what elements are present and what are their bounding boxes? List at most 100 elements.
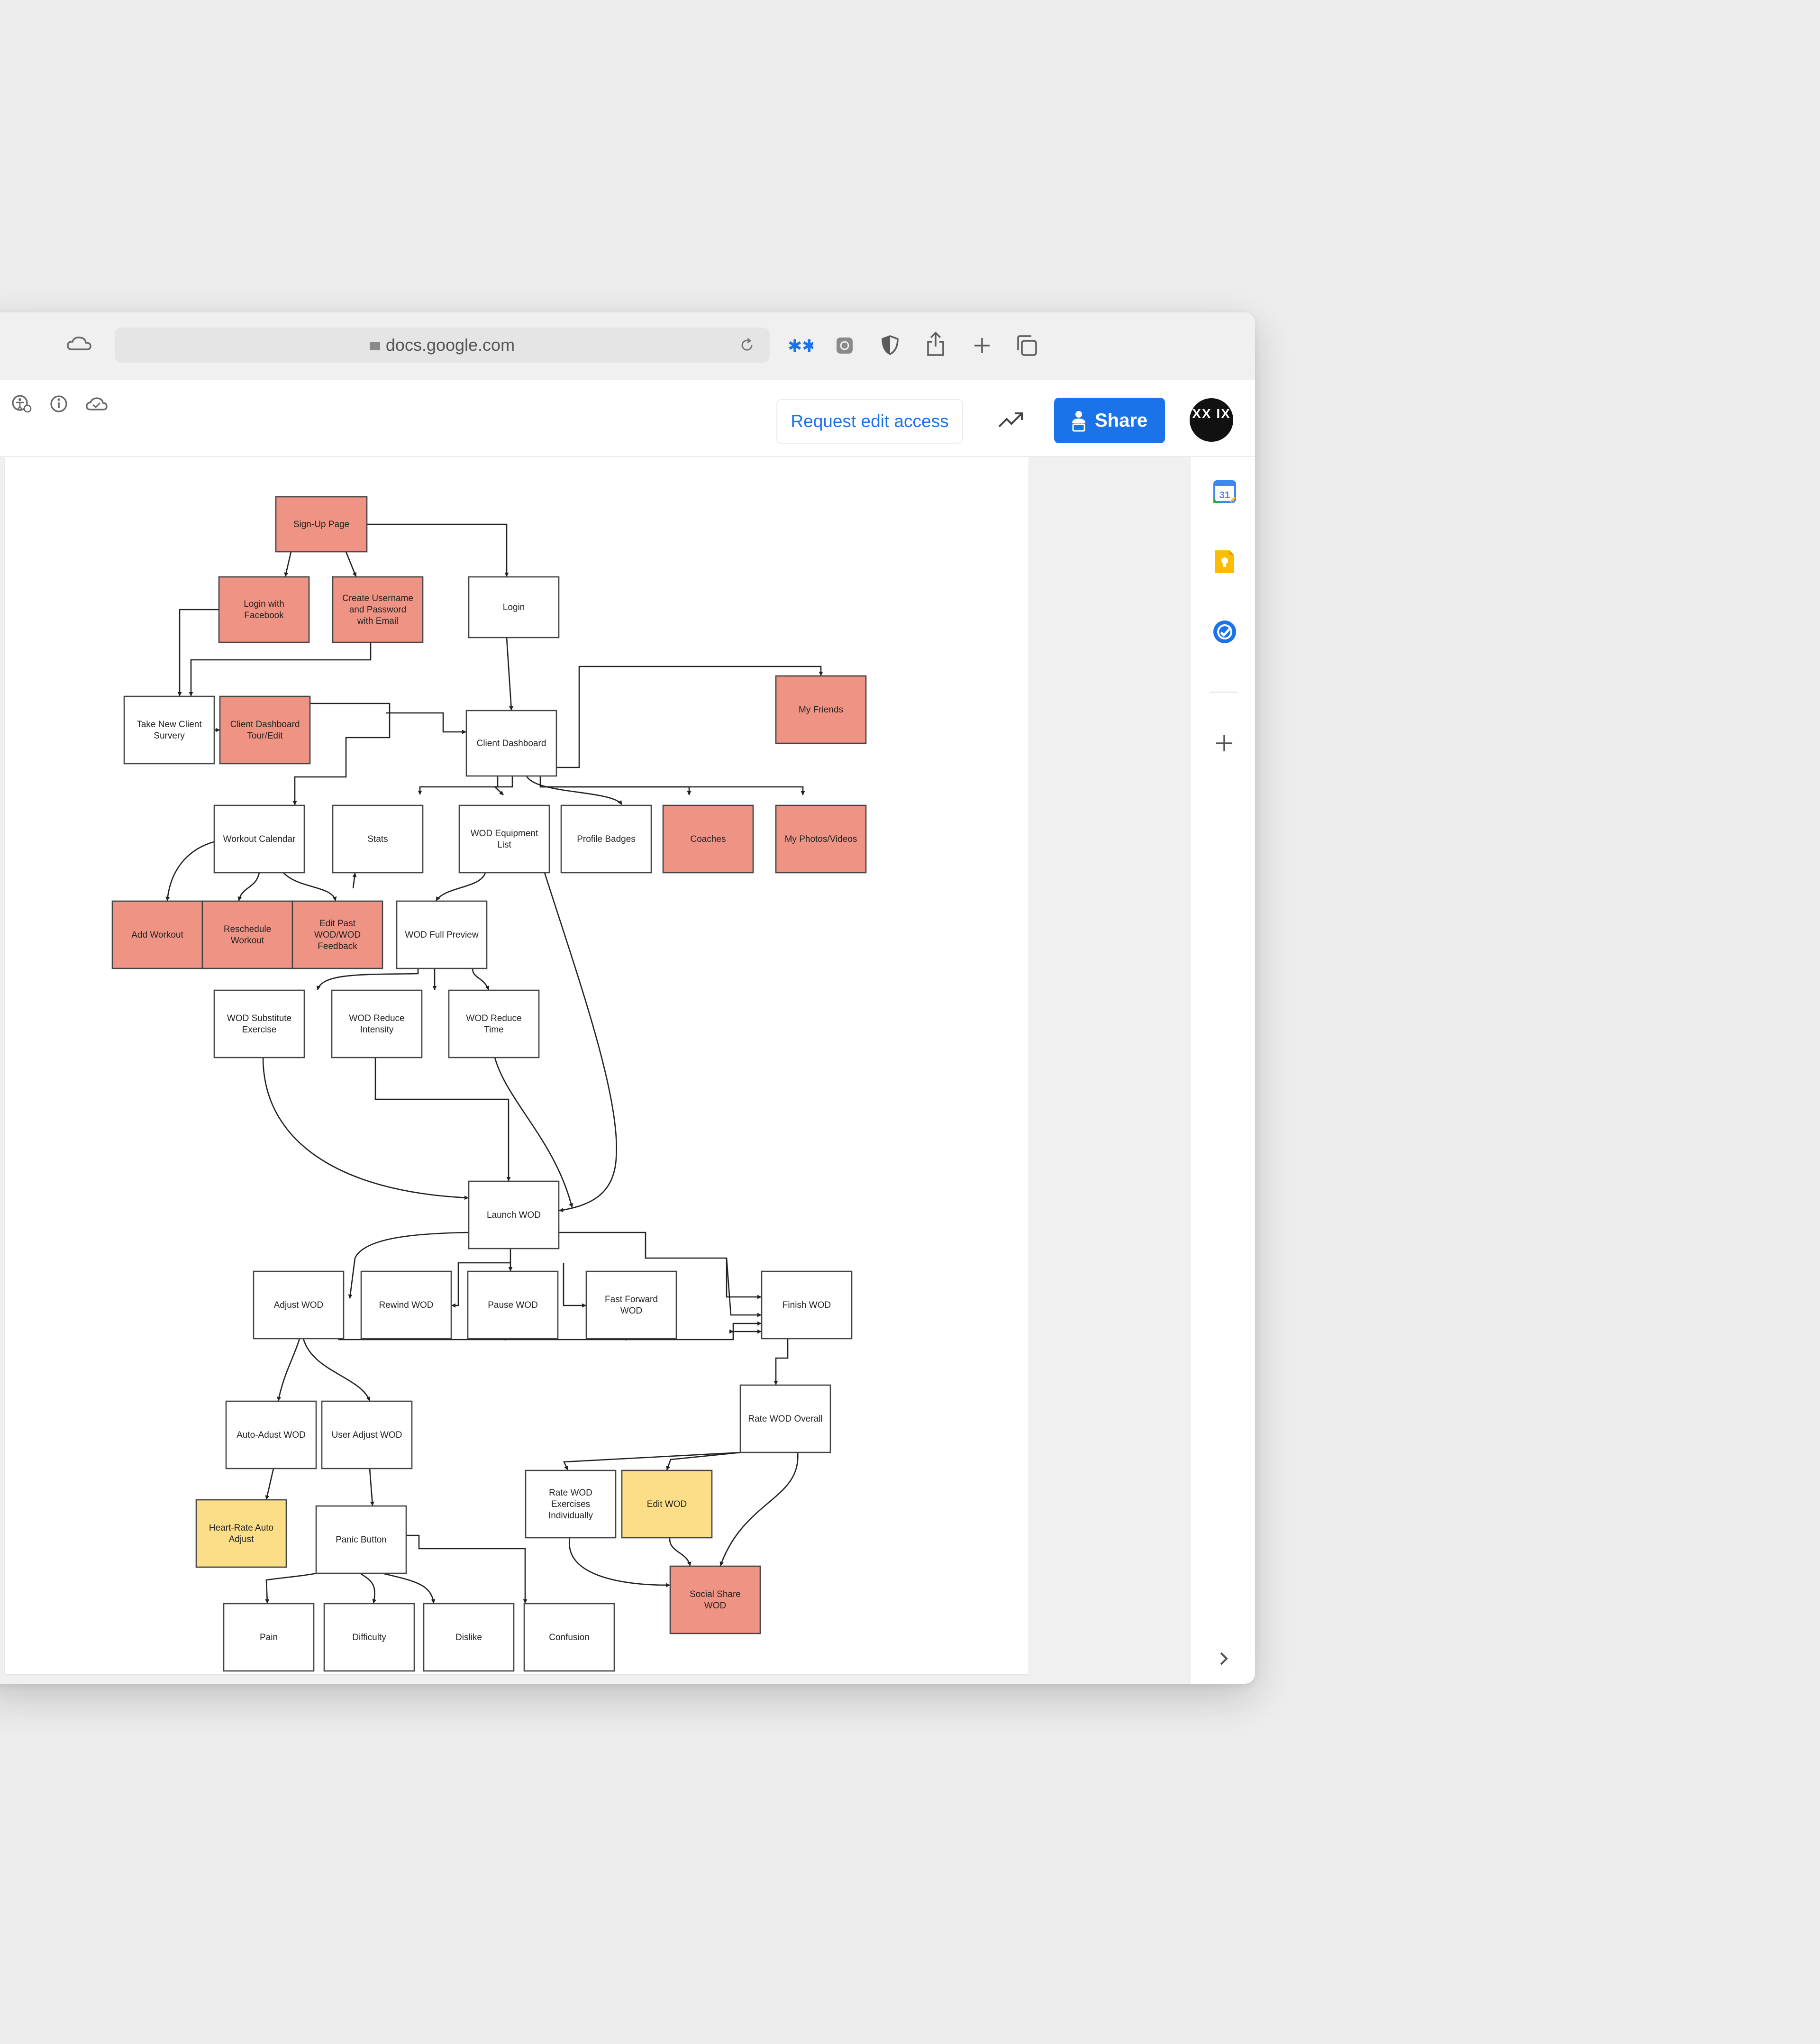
share-button[interactable]: Share <box>1054 398 1165 443</box>
flow-node-label: WOD <box>704 1601 726 1611</box>
info-icon[interactable] <box>48 393 69 414</box>
flow-node-box <box>201 900 293 969</box>
flow-node-label: Feedback <box>318 941 357 951</box>
browser-toolbar: docs.google.com ✱✱ <box>0 312 1255 381</box>
lock-person-icon <box>1072 411 1085 432</box>
trending-up-icon[interactable] <box>997 410 1027 430</box>
flow-node-label: WOD Substitute <box>227 1013 291 1023</box>
flow-node-badges: Profile Badges <box>560 804 652 874</box>
flow-node-diff: Difficulty <box>323 1603 415 1672</box>
flow-node-label: Social Share <box>690 1589 741 1599</box>
cloud-sync-icon[interactable] <box>84 394 109 413</box>
add-icon[interactable] <box>1214 733 1234 753</box>
flow-node-box <box>123 695 215 765</box>
cloud-icon[interactable] <box>65 334 94 353</box>
flowchart: Sign-Up Page Login with Facebook Create Use… <box>111 496 867 1672</box>
browser-window: docs.google.com ✱✱ Request edit access S… <box>0 312 1255 1684</box>
flow-node-label: My Friends <box>799 705 843 715</box>
chevron-right-icon[interactable] <box>1215 1649 1232 1668</box>
flow-node-hr: Heart-Rate AutoAdjust <box>195 1499 287 1568</box>
extension-icon[interactable]: ✱✱ <box>787 336 813 355</box>
flow-node-editpast: Edit PastWOD/WODFeedback <box>291 900 383 969</box>
flow-node-login: Login <box>468 576 560 639</box>
flow-node-label: Finish WOD <box>783 1300 831 1310</box>
flow-node-label: My Photos/Videos <box>785 834 857 844</box>
flow-node-label: WOD Reduce <box>349 1013 404 1023</box>
flow-node-fb: Login with Facebook <box>218 576 310 643</box>
accessibility-icon[interactable] <box>10 392 32 414</box>
flow-node-label: Exercises <box>551 1499 590 1509</box>
screenshot-icon[interactable] <box>834 335 855 356</box>
flow-node-label: Confusion <box>549 1633 590 1642</box>
flow-node-ratex: Rate WODExercises Individually <box>525 1469 617 1539</box>
flow-node-label: Rewind WOD <box>379 1300 433 1310</box>
flow-node-label: Heart-Rate Auto <box>209 1523 273 1533</box>
flow-connector <box>540 786 805 795</box>
flow-node-label: Pain <box>260 1633 278 1642</box>
flow-node-create: Create Username and Passwordwith Email <box>332 576 424 643</box>
flow-node-stats: Stats <box>332 804 424 874</box>
side-panel: 31 <box>1190 457 1255 1684</box>
flow-node-label: Tour/Edit <box>247 731 283 741</box>
flow-node-label: Profile Badges <box>577 834 636 844</box>
address-bar[interactable]: docs.google.com <box>115 328 770 363</box>
avatar[interactable]: XX IX <box>1190 398 1233 442</box>
flow-node-box <box>219 695 311 765</box>
flow-connector <box>669 1537 692 1566</box>
flow-connector <box>666 1451 742 1470</box>
flow-node-label: Adjust <box>229 1534 255 1544</box>
flow-connector <box>544 872 618 1213</box>
reload-icon[interactable] <box>738 337 755 354</box>
keep-icon[interactable] <box>1212 548 1237 575</box>
flow-connector <box>374 1058 511 1181</box>
flow-node-box <box>448 989 540 1058</box>
flow-node-social: Social Share WOD <box>669 1565 761 1634</box>
flow-connector <box>265 1468 274 1500</box>
flow-node-label: Adjust WOD <box>274 1300 324 1310</box>
side-panel-divider <box>1210 692 1238 693</box>
flow-node-dash: Client Dashboard <box>465 710 557 777</box>
calendar-day: 31 <box>1219 490 1230 501</box>
flow-node-preview: WOD Full Preview <box>396 900 488 969</box>
flow-node-adjust: Adjust WOD <box>253 1270 345 1340</box>
flow-node-panic: Panic Button <box>315 1505 407 1574</box>
flow-node-label: Client Dashboard <box>230 720 300 730</box>
new-tab-icon[interactable] <box>972 335 992 356</box>
flow-node-box <box>669 1565 761 1634</box>
flow-connector <box>345 551 357 577</box>
share-icon[interactable] <box>925 331 946 357</box>
flow-node-confusion: Confusion <box>523 1603 615 1672</box>
flow-node-friends: My Friends <box>775 675 867 744</box>
flow-node-finish: Finish WOD <box>761 1270 853 1340</box>
flow-node-coaches: Coaches <box>662 804 754 874</box>
flow-connector <box>726 1258 762 1317</box>
calendar-icon[interactable]: 31 <box>1211 478 1238 505</box>
svg-text:✱✱: ✱✱ <box>788 337 813 355</box>
flow-node-label: Sign-Up Page <box>293 520 349 529</box>
flow-connector <box>472 968 490 990</box>
flow-connector <box>382 1572 436 1604</box>
tasks-icon[interactable] <box>1211 619 1238 645</box>
flow-node-label: Difficulty <box>352 1633 386 1642</box>
flow-connector <box>563 1263 586 1308</box>
flow-node-label: Login <box>503 602 525 612</box>
flow-node-pain: Pain <box>223 1603 315 1672</box>
flow-connector <box>732 1329 762 1340</box>
flow-node-rewind: Rewind WOD <box>360 1270 452 1340</box>
flow-node-resched: Reschedule Workout <box>201 900 293 969</box>
flow-node-autoadj: Auto-Adust WOD <box>225 1400 317 1469</box>
flow-connector <box>284 551 292 577</box>
flow-node-launch: Launch WOD <box>468 1180 560 1250</box>
flow-node-label: WOD Reduce <box>466 1013 521 1023</box>
privacy-icon[interactable] <box>880 334 901 356</box>
tabs-icon[interactable] <box>1014 333 1039 358</box>
request-edit-access-button[interactable]: Request edit access <box>776 399 963 444</box>
flow-node-box <box>213 989 305 1058</box>
docs-toolbar: Request edit access Share XX IX <box>0 380 1255 457</box>
flow-node-label: Workout <box>231 936 264 946</box>
flow-node-label: Survery <box>154 731 185 741</box>
flow-node-label: Rate WOD <box>549 1488 592 1498</box>
flow-node-label: Facebook <box>244 611 284 620</box>
flow-node-label: Workout Calendar <box>223 834 296 844</box>
flow-node-label: Individually <box>548 1511 593 1521</box>
